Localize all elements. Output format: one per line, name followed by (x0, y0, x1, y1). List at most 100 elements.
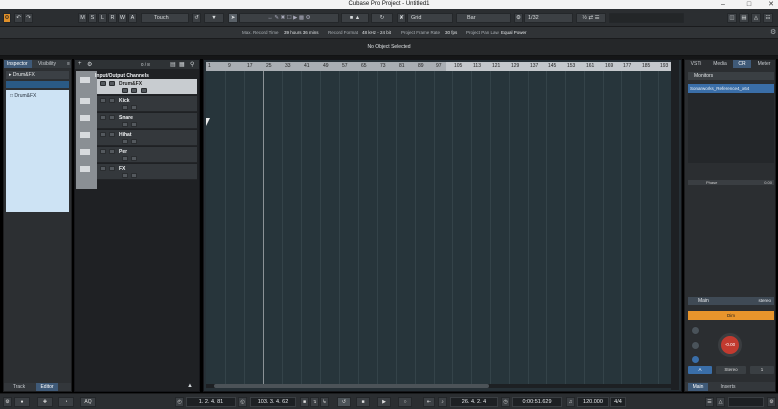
note-icon[interactable]: ♪ (438, 397, 447, 407)
play-icon[interactable]: ▶ (377, 397, 391, 407)
lower-zone-toggle-icon[interactable]: ▤ (739, 13, 749, 23)
settings-icon[interactable]: ⚙ (770, 28, 776, 36)
undo-icon[interactable]: ↶ (14, 13, 23, 23)
tab-meter[interactable]: Meter (754, 60, 774, 68)
tab-main[interactable]: Main (688, 383, 708, 391)
punch-out-icon[interactable]: ↳ (320, 397, 329, 407)
monitor-toggle[interactable] (131, 122, 137, 127)
tab-inspector[interactable]: Inspector (4, 60, 32, 68)
tab-vsti[interactable]: VSTi (687, 60, 705, 68)
cycle-icon[interactable]: ↺ (337, 397, 351, 407)
listen-enable-icon[interactable] (691, 355, 700, 364)
track-fx[interactable]: FX (97, 164, 197, 180)
automation-mode-select[interactable]: Touch (141, 13, 189, 23)
autoscroll-icon[interactable]: ↺ (192, 13, 201, 23)
object-selection-tool-icon[interactable]: ➤ (228, 13, 238, 23)
monitor-toggle[interactable] (131, 156, 137, 161)
grid-type-select[interactable]: Bar (456, 13, 511, 23)
solo-toggle[interactable] (109, 98, 115, 103)
stereo-button[interactable]: Stereo (716, 366, 746, 374)
record-mode-icon[interactable]: ● (14, 397, 30, 407)
activate-project-button[interactable]: ⚙ (3, 13, 11, 23)
main-header[interactable]: Main stereo (688, 297, 774, 305)
monitor-item[interactable]: Sonarworks_Reference4_x64 (688, 84, 774, 93)
track-visibility-icon[interactable]: ▦ (179, 61, 185, 68)
record-toggle[interactable] (122, 139, 128, 144)
mute-button[interactable]: M (78, 13, 87, 23)
position-time-display[interactable]: 0:00:51.629 (512, 397, 562, 407)
autoquantize-button[interactable]: AQ (80, 397, 96, 407)
mute-toggle[interactable] (100, 149, 106, 154)
write-button[interactable]: W (118, 13, 127, 23)
listen-button[interactable]: L (98, 13, 107, 23)
close-icon[interactable]: ✕ (760, 0, 778, 9)
solo-toggle[interactable] (109, 81, 115, 86)
solo-toggle[interactable] (109, 132, 115, 137)
solo-toggle[interactable] (109, 166, 115, 171)
pan-law[interactable]: Equal Power (501, 30, 527, 35)
monitor-toggle[interactable] (131, 173, 137, 178)
quantize-icon[interactable]: ⚙ (514, 13, 523, 23)
pre-roll-icon[interactable]: ◔ (58, 397, 74, 407)
automation-button[interactable]: A (128, 13, 137, 23)
folder-view-icon[interactable]: ▤ (170, 61, 176, 68)
project-event-display[interactable]: 1 9 17 25 33 41 49 57 65 73 81 89 97 105… (203, 59, 682, 392)
monitor-toggle[interactable] (131, 105, 137, 110)
vertical-scrollbar[interactable] (671, 60, 679, 390)
mute-toggle[interactable] (100, 81, 106, 86)
metronome-icon[interactable]: △ (716, 397, 725, 407)
left-locator-display[interactable]: 1. 2. 4. 81 (186, 397, 236, 407)
event-grid[interactable] (206, 71, 672, 387)
stop-icon[interactable]: ■ (356, 397, 370, 407)
minimize-icon[interactable]: – (712, 0, 734, 9)
time-icon[interactable]: ◷ (501, 397, 510, 407)
record-toggle[interactable] (122, 88, 128, 93)
punch-in-icon[interactable]: ↴ (310, 397, 319, 407)
inspector-track-list[interactable]: □ Drum&FX (6, 90, 69, 212)
record-toggle[interactable] (122, 105, 128, 110)
add-track-icon[interactable]: + (78, 61, 82, 67)
solo-toggle[interactable] (109, 115, 115, 120)
monitors-header[interactable]: Monitors (688, 72, 774, 80)
solo-toggle[interactable] (109, 149, 115, 154)
track-drumfx[interactable]: Drum&FX (97, 79, 197, 95)
tab-media[interactable]: Media (709, 60, 731, 68)
inspector-list-item[interactable]: □ Drum&FX (10, 93, 36, 99)
snap-type-select[interactable]: Grid (407, 13, 453, 23)
right-locator-display[interactable]: 103. 3. 4. 62 (250, 397, 296, 407)
talkback-icon[interactable] (691, 341, 700, 350)
ruler[interactable]: 1 9 17 25 33 41 49 57 65 73 81 89 97 105… (206, 62, 672, 71)
quantize-tools-group[interactable]: ½ ⇄ ☰ (576, 13, 606, 23)
tab-track[interactable]: Track (9, 383, 29, 391)
punch-icon[interactable]: ✚ (37, 397, 53, 407)
maximize-icon[interactable]: □ (738, 0, 760, 9)
left-zone-toggle-icon[interactable]: ◫ (727, 13, 737, 23)
track-hihat[interactable]: Hihat (97, 130, 197, 146)
redo-icon[interactable]: ↷ (24, 13, 33, 23)
record-toggle[interactable] (122, 122, 128, 127)
inspector-buttons-row[interactable] (6, 81, 69, 88)
tempo-icon[interactable]: ♫ (566, 397, 575, 407)
speaker-a-button[interactable]: A (688, 366, 712, 374)
track-preset-icon[interactable]: ⚙ (87, 61, 92, 68)
max-record-time[interactable]: 39 hours 36 mins (284, 30, 319, 35)
edit-toggle[interactable] (141, 88, 147, 93)
right-zone-toggle-icon[interactable]: ◬ (751, 13, 761, 23)
left-locator-icon[interactable]: ◴ (175, 397, 184, 407)
snap-on-button[interactable]: ✘ (397, 13, 406, 23)
record-toggle[interactable] (122, 156, 128, 161)
tool-buttons-group[interactable]: ↔ ✎ ✖ ☐ ▶ ▩ ⚙ (239, 13, 339, 23)
track-snare[interactable]: Snare (97, 113, 197, 129)
mute-toggle[interactable] (100, 132, 106, 137)
snap-icon[interactable]: ↻ (371, 13, 393, 23)
tab-editor[interactable]: Editor (36, 383, 58, 391)
track-kick[interactable]: Kick (97, 96, 197, 112)
lock-icon[interactable]: ■ (300, 397, 309, 407)
monitor-toggle[interactable] (131, 88, 137, 93)
color-tool-icon[interactable]: ■ ▲ (341, 13, 369, 23)
solo-button[interactable]: S (88, 13, 97, 23)
activate-icon[interactable]: ⚙ (3, 397, 12, 407)
zoom-icon[interactable]: ▲ (187, 383, 193, 389)
frame-rate[interactable]: 30 fps (445, 30, 457, 35)
monitor-toggle[interactable] (131, 139, 137, 144)
